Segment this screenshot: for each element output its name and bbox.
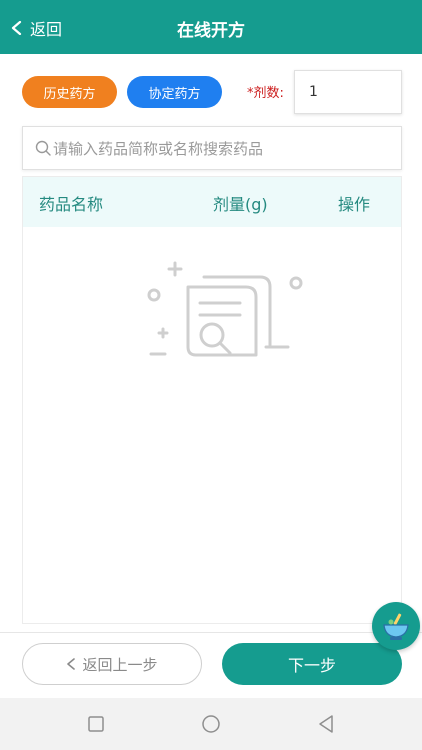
floating-action-button[interactable] [372,602,420,650]
system-nav-bar [0,698,422,750]
history-prescription-button[interactable]: 历史药方 [22,76,117,108]
dose-label: *剂数: [247,86,284,101]
mortar-pestle-icon [383,613,409,640]
column-drug-name: 药品名称 [39,195,104,214]
recent-apps-icon[interactable] [86,714,106,734]
column-action: 操作 [338,195,371,214]
agreed-prescription-button[interactable]: 协定药方 [127,76,222,108]
search-icon [35,140,51,156]
home-icon[interactable] [201,714,221,734]
search-placeholder: 请输入药品简称或名称搜索药品 [53,139,264,158]
drug-search-input[interactable]: 请输入药品简称或名称搜索药品 [22,126,402,170]
bottom-action-bar: 返回上一步 下一步 [0,632,422,698]
prev-step-label: 返回上一步 [82,655,158,674]
dose-count-input[interactable]: 1 [294,70,402,114]
back-nav-icon[interactable] [316,714,336,734]
app-header: 返回 在线开方 [0,0,422,54]
next-step-button[interactable]: 下一步 [222,643,402,685]
empty-document-search-icon [147,261,303,357]
prescription-controls: 历史药方 协定药方 *剂数: 1 [22,70,402,114]
prev-step-button[interactable]: 返回上一步 [22,643,202,685]
table-header: 药品名称 剂量(g) 操作 [23,177,401,227]
chevron-left-icon [67,658,76,670]
page-title: 在线开方 [177,21,245,41]
drug-table: 药品名称 剂量(g) 操作 [22,176,402,624]
column-dosage: 剂量(g) [213,195,268,214]
